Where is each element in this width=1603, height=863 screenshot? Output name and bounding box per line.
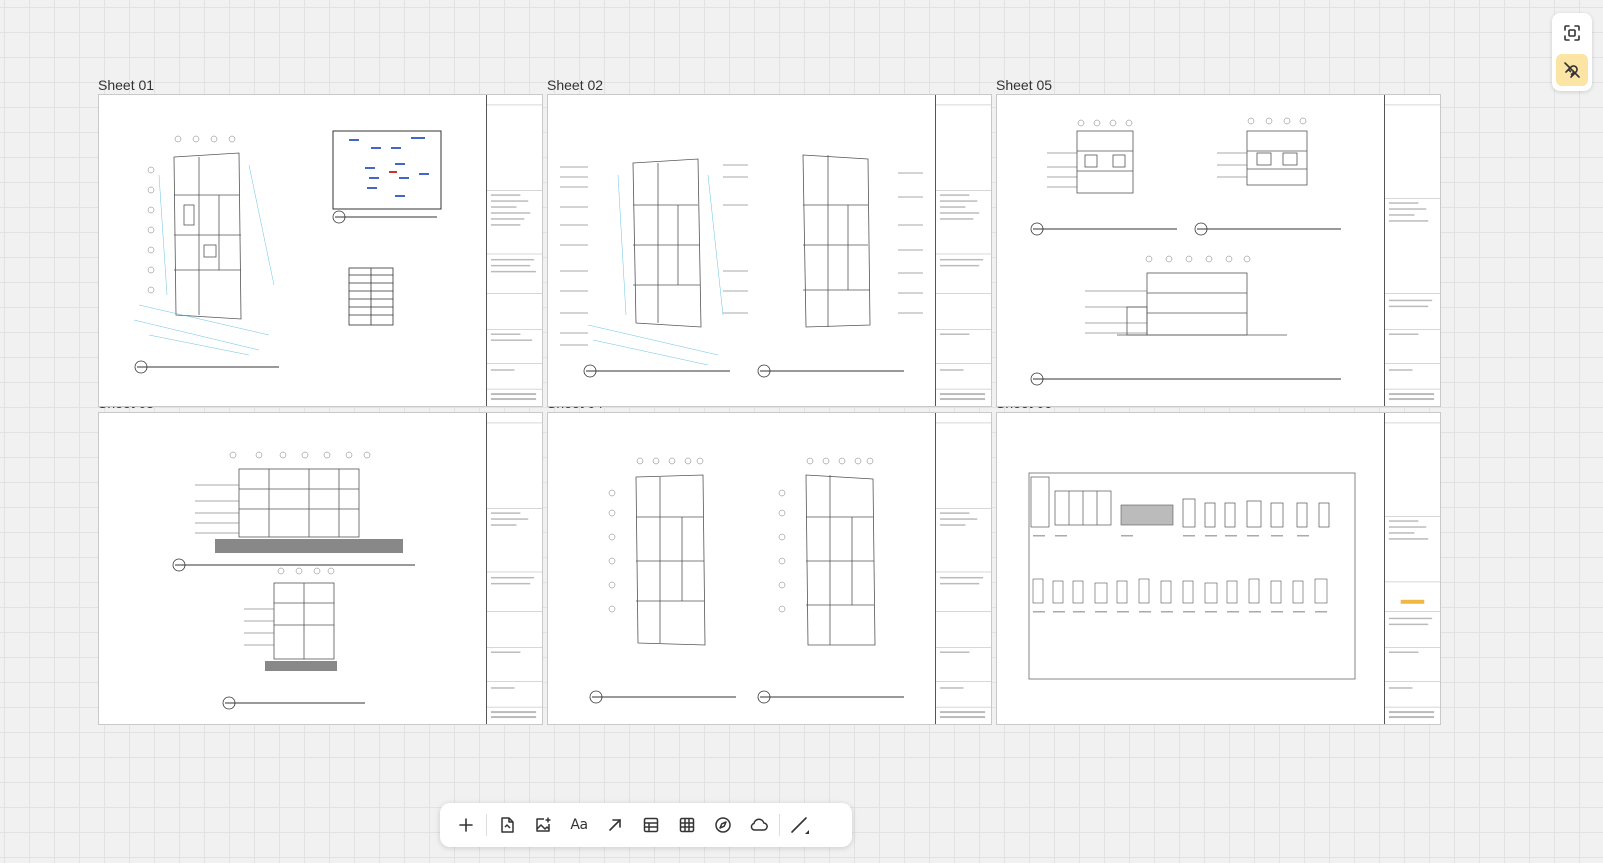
sheet-04[interactable] <box>547 412 992 725</box>
table-button[interactable] <box>633 809 669 841</box>
schedule-drawing <box>1028 472 1356 680</box>
file-icon <box>501 817 514 833</box>
grid-icon <box>679 817 695 833</box>
magnet-snap-icon <box>1564 62 1580 78</box>
elevation-drawing <box>1030 117 1341 386</box>
sheet-label-02: Sheet 02 <box>547 77 604 93</box>
compass-icon <box>715 817 731 833</box>
fit-view-button[interactable] <box>1556 17 1588 49</box>
sheet-05[interactable] <box>996 94 1441 407</box>
title-block <box>1384 413 1440 724</box>
plus-icon <box>459 818 473 832</box>
sheet-02[interactable] <box>547 94 992 407</box>
add-button[interactable] <box>448 809 484 841</box>
title-block <box>1384 95 1440 406</box>
text-icon: Aa <box>570 817 588 833</box>
text-button[interactable]: Aa <box>561 809 597 841</box>
sheet-label-01: Sheet 01 <box>98 77 155 93</box>
fit-view-icon <box>1564 25 1580 41</box>
line-icon <box>791 817 809 834</box>
image-button[interactable] <box>525 809 561 841</box>
view-controls-panel <box>1552 13 1592 91</box>
bottom-toolbar: Aa <box>440 803 852 847</box>
sheet-01[interactable] <box>98 94 543 407</box>
arrow-icon <box>609 819 621 831</box>
compass-button[interactable] <box>705 809 741 841</box>
toolbar-divider <box>779 814 780 836</box>
cloud-button[interactable] <box>741 809 777 841</box>
line-button[interactable] <box>782 809 818 841</box>
floor-plan-drawing <box>589 457 904 704</box>
image-add-icon <box>536 817 551 832</box>
title-block <box>935 413 991 724</box>
sheet-03[interactable] <box>98 412 543 725</box>
grid-button[interactable] <box>669 809 705 841</box>
whiteboard-canvas[interactable]: Sheet 01 Sheet 02 Sheet 05 Sheet 03 Shee… <box>0 0 1603 863</box>
sheet-label-05: Sheet 05 <box>996 77 1053 93</box>
snap-toggle-button[interactable] <box>1556 54 1588 86</box>
floor-plan-drawing <box>133 130 442 374</box>
title-block <box>935 95 991 406</box>
floor-plan-drawing <box>560 154 923 378</box>
section-drawing <box>172 451 415 710</box>
toolbar-divider <box>486 814 487 836</box>
file-button[interactable] <box>489 809 525 841</box>
arrow-button[interactable] <box>597 809 633 841</box>
title-block <box>486 95 542 406</box>
title-block <box>486 413 542 724</box>
sheet-06[interactable] <box>996 412 1441 725</box>
cloud-icon <box>750 818 768 831</box>
table-icon <box>643 817 659 833</box>
